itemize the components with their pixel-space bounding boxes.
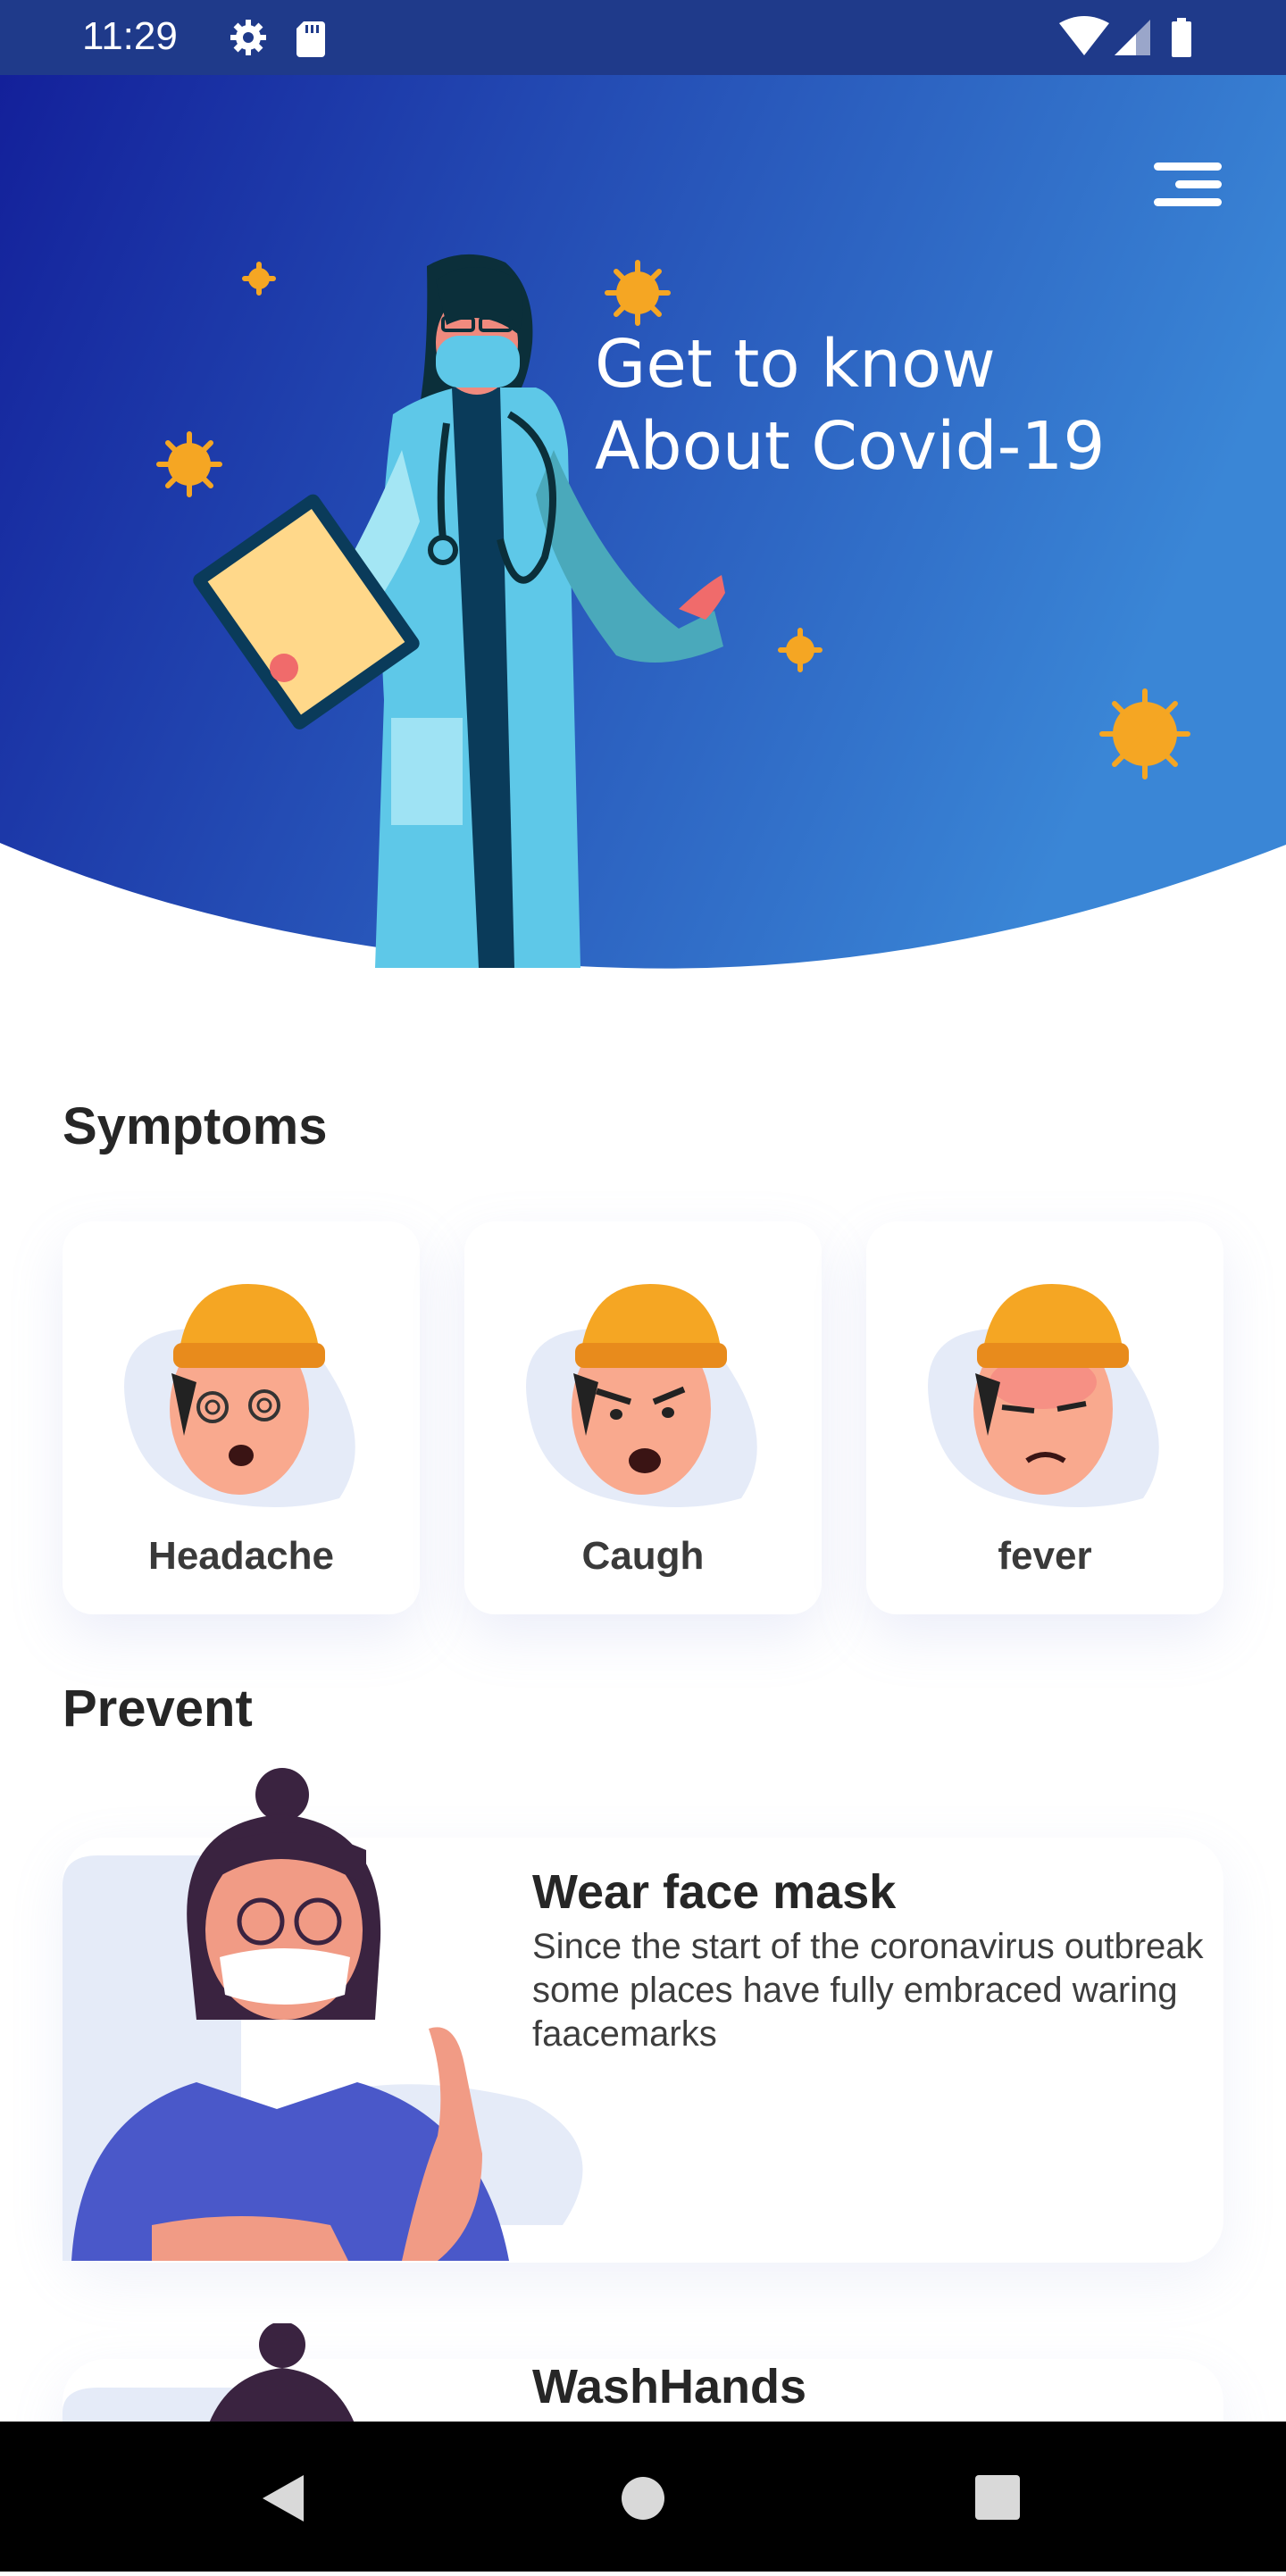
hero-title-line1: Get to know	[595, 326, 996, 403]
prevent-card-title: Wear face mask	[532, 1865, 897, 1919]
prevent-card-description: Since the start of the coronavirus outbr…	[532, 1927, 1204, 2054]
battery-icon	[1172, 18, 1191, 57]
recents-icon	[975, 2475, 1020, 2520]
symptom-card-fever[interactable]: fever	[866, 1221, 1223, 1614]
fever-illustration-icon	[928, 1284, 1159, 1507]
prevent-card-face-mask[interactable]: Wear face mask Since the start of the co…	[63, 1768, 1223, 2263]
prevent-card-title: WashHands	[532, 2360, 807, 2413]
recents-button[interactable]	[909, 2422, 1088, 2572]
status-time: 11:29	[82, 14, 178, 58]
menu-button[interactable]	[1150, 157, 1225, 211]
symptom-card-caugh[interactable]: Caugh	[464, 1221, 822, 1614]
hero-illustration	[0, 75, 1286, 969]
back-icon	[263, 2475, 304, 2522]
wifi-icon	[1059, 16, 1109, 55]
hero-banner: Get to know About Covid-19	[0, 75, 1286, 977]
gear-icon	[230, 20, 266, 55]
status-bar: 11:29	[0, 0, 1286, 75]
symptom-label: fever	[998, 1534, 1092, 1578]
system-nav-bar	[0, 2422, 1286, 2572]
hamburger-menu-icon	[1154, 163, 1222, 206]
cough-illustration-icon	[526, 1284, 757, 1507]
symptom-card-headache[interactable]: Headache	[63, 1221, 420, 1614]
hero-title-line2: About Covid-19	[595, 408, 1106, 485]
symptom-label: Headache	[148, 1534, 334, 1578]
hero-title: Get to know About Covid-19	[595, 323, 1105, 488]
status-icons-right	[1057, 14, 1209, 65]
headache-illustration-icon	[124, 1284, 355, 1507]
symptoms-heading: Symptoms	[63, 1097, 328, 1155]
prevent-heading: Prevent	[63, 1680, 253, 1738]
sd-card-icon	[296, 21, 325, 57]
home-button[interactable]	[554, 2422, 732, 2572]
status-icons-left	[227, 16, 352, 65]
symptom-label: Caugh	[581, 1534, 705, 1578]
back-button[interactable]	[193, 2422, 372, 2572]
home-icon	[622, 2477, 664, 2520]
